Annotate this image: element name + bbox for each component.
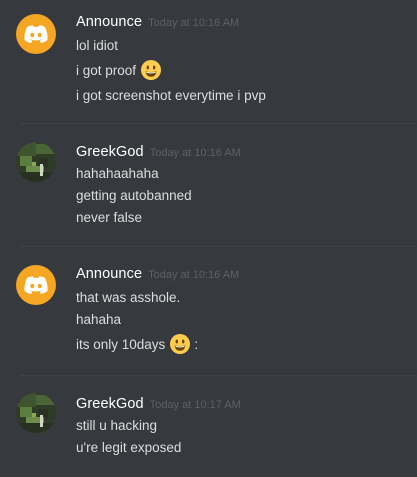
avatar[interactable] — [16, 265, 56, 305]
message-text: that was asshole. — [76, 290, 181, 305]
message-text: never false — [76, 210, 143, 225]
message-divider — [20, 246, 417, 247]
avatar[interactable] — [16, 393, 56, 433]
username[interactable]: Announce — [76, 266, 142, 282]
chat-messages: Announce Today at 10:16 AM lol idiot i g… — [0, 0, 417, 477]
message-text: hahaha — [76, 312, 122, 327]
avatar[interactable] — [16, 14, 56, 54]
discord-logo-icon — [24, 25, 48, 43]
message-header: GreekGod Today at 10:16 AM — [76, 144, 241, 160]
message-text: i got proof — [76, 59, 162, 81]
grinning-emoji-icon[interactable] — [140, 59, 162, 81]
message-text: its only 10days : — [76, 333, 198, 355]
message-header: GreekGod Today at 10:17 AM — [76, 396, 241, 412]
grinning-emoji-icon[interactable] — [169, 333, 191, 355]
message-text: still u hacking — [76, 418, 158, 433]
username[interactable]: GreekGod — [76, 144, 144, 160]
message-text: getting autobanned — [76, 188, 192, 203]
minecraft-avatar-icon — [16, 393, 56, 433]
timestamp: Today at 10:17 AM — [149, 399, 241, 411]
message-divider — [20, 123, 417, 124]
username[interactable]: GreekGod — [76, 396, 144, 412]
message-text: lol idiot — [76, 38, 119, 53]
timestamp: Today at 10:16 AM — [148, 17, 240, 29]
username[interactable]: Announce — [76, 14, 142, 30]
discord-logo-icon — [24, 276, 48, 294]
minecraft-avatar-icon — [16, 142, 56, 182]
message-header: Announce Today at 10:16 AM — [76, 266, 239, 282]
message-text: hahahaahaha — [76, 166, 159, 181]
timestamp: Today at 10:16 AM — [148, 269, 240, 281]
avatar[interactable] — [16, 142, 56, 182]
message-text: i got screenshot everytime i pvp — [76, 88, 266, 103]
timestamp: Today at 10:16 AM — [149, 147, 241, 159]
message-header: Announce Today at 10:16 AM — [76, 14, 239, 30]
message-divider — [20, 375, 417, 376]
message-text: u're legit exposed — [76, 440, 182, 455]
